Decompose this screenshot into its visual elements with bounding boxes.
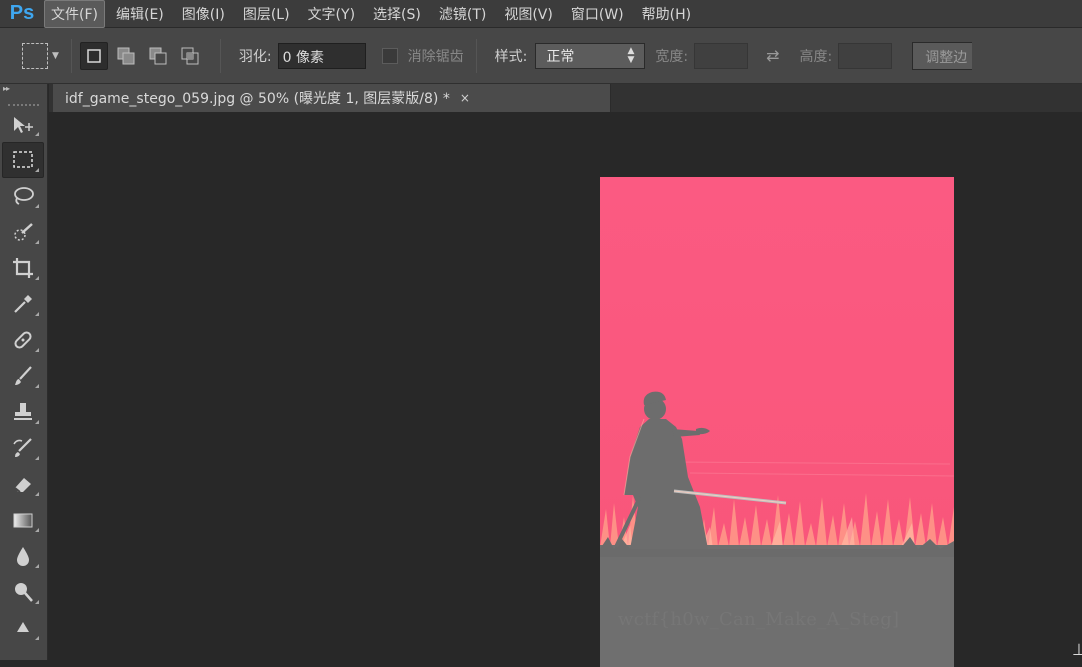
feather-input[interactable]: 0 像素 xyxy=(277,42,366,69)
style-select[interactable]: 正常 ▲ ▼ xyxy=(535,42,646,69)
pen-tool-icon[interactable] xyxy=(2,610,44,646)
close-icon[interactable]: × xyxy=(460,91,470,105)
healing-brush-tool-icon[interactable] xyxy=(2,322,44,358)
swap-dimensions-icon[interactable]: ⇄ xyxy=(766,46,779,65)
image-scene xyxy=(600,177,954,667)
document-image[interactable]: wctf{h0w_Can_Make_A_Steg] xyxy=(600,177,954,667)
intersect-selection-button[interactable] xyxy=(176,42,204,70)
menu-file[interactable]: 文件(F) xyxy=(44,0,105,28)
brush-tool-icon[interactable] xyxy=(2,358,44,394)
clone-stamp-tool-icon[interactable] xyxy=(2,394,44,430)
options-divider xyxy=(70,38,72,73)
subtract-selection-button[interactable] xyxy=(144,42,172,70)
preset-dropdown-icon[interactable]: ▼ xyxy=(52,51,59,61)
tool-preset-picker[interactable] xyxy=(22,42,48,69)
panel-collapse-icon[interactable]: ▸▸ xyxy=(0,84,47,96)
menu-image[interactable]: 图像(I) xyxy=(175,0,232,28)
hidden-flag-text: wctf{h0w_Can_Make_A_Steg] xyxy=(618,609,900,630)
history-brush-tool-icon[interactable] xyxy=(2,430,44,466)
gradient-tool-icon[interactable] xyxy=(2,502,44,538)
options-bar: ▼ 羽化: 0 像素 消除锯齿 样式: 正常 ▲ ▼ 宽度: ⇄ 高度: 调整边 xyxy=(0,28,1082,84)
options-divider xyxy=(475,38,477,73)
menu-type[interactable]: 文字(Y) xyxy=(301,0,362,28)
move-tool-icon[interactable] xyxy=(2,106,44,142)
menu-edit[interactable]: 编辑(E) xyxy=(109,0,171,28)
menu-view[interactable]: 视图(V) xyxy=(497,0,560,28)
antialias-label: 消除锯齿 xyxy=(407,48,464,65)
eraser-tool-icon[interactable] xyxy=(2,466,44,502)
menu-help[interactable]: 帮助(H) xyxy=(635,0,698,28)
add-to-selection-button[interactable] xyxy=(112,42,140,70)
style-select-value: 正常 xyxy=(546,48,575,65)
antialias-checkbox[interactable] xyxy=(381,47,398,64)
menu-filter[interactable]: 滤镜(T) xyxy=(432,0,493,28)
new-selection-button[interactable] xyxy=(79,41,108,70)
menu-select[interactable]: 选择(S) xyxy=(366,0,428,28)
width-label: 宽度: xyxy=(655,48,689,65)
panel-drag-handle[interactable] xyxy=(8,96,39,106)
options-divider xyxy=(219,38,221,73)
photoshop-logo: Ps xyxy=(9,2,35,24)
tools-panel: ▸▸ xyxy=(0,84,48,660)
document-tab-title: idf_game_stego_059.jpg @ 50% (曝光度 1, 图层蒙… xyxy=(65,91,450,107)
document-tab[interactable]: idf_game_stego_059.jpg @ 50% (曝光度 1, 图层蒙… xyxy=(53,84,611,112)
style-label: 样式: xyxy=(494,48,528,65)
ground xyxy=(600,545,954,667)
lasso-tool-icon[interactable] xyxy=(2,178,44,214)
blur-tool-icon[interactable] xyxy=(2,538,44,574)
quick-select-tool-icon[interactable] xyxy=(2,214,44,250)
refine-edge-button[interactable]: 调整边 xyxy=(912,41,973,70)
canvas-area[interactable]: wctf{h0w_Can_Make_A_Steg] xyxy=(49,112,1082,667)
subtract-selection-icon xyxy=(149,47,167,64)
rect-marquee-tool-icon[interactable] xyxy=(2,142,44,178)
height-input[interactable] xyxy=(838,42,893,69)
crop-tool-icon[interactable] xyxy=(2,250,44,286)
add-selection-icon xyxy=(117,47,135,64)
menu-window[interactable]: 窗口(W) xyxy=(564,0,631,28)
intersect-selection-icon xyxy=(181,47,199,64)
width-input[interactable] xyxy=(694,42,749,69)
feather-label: 羽化: xyxy=(238,48,272,65)
menu-layer[interactable]: 图层(L) xyxy=(236,0,297,28)
select-arrows-icon: ▲ ▼ xyxy=(627,45,635,65)
eyedropper-tool-icon[interactable] xyxy=(2,286,44,322)
resize-cursor-icon: ⊥ xyxy=(1072,640,1082,659)
new-selection-icon xyxy=(87,48,101,63)
dodge-tool-icon[interactable] xyxy=(2,574,44,610)
document-tab-bar: idf_game_stego_059.jpg @ 50% (曝光度 1, 图层蒙… xyxy=(49,84,1082,112)
menu-bar: Ps 文件(F) 编辑(E) 图像(I) 图层(L) 文字(Y) 选择(S) 滤… xyxy=(0,0,1082,28)
height-label: 高度: xyxy=(799,48,833,65)
